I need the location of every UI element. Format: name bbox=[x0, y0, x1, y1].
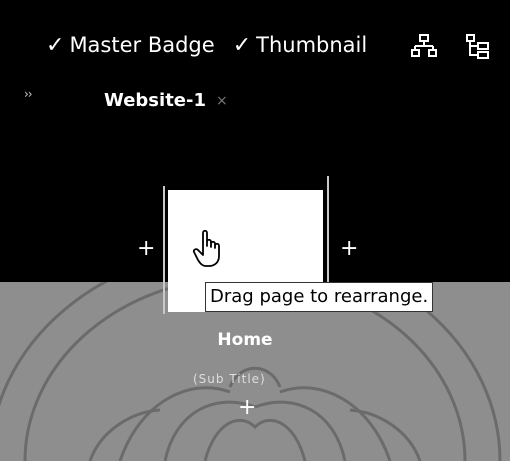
site-map-canvas: ✓ Master Badge ✓ Thumbnail ›› Website-1 … bbox=[0, 0, 510, 461]
tree-view-icon[interactable] bbox=[464, 32, 492, 60]
page-title-home: Home bbox=[0, 330, 510, 350]
collapse-toggle[interactable]: ›› bbox=[24, 87, 33, 101]
checkmark-icon: ✓ bbox=[46, 32, 65, 58]
page-subtitle: (Sub Title) bbox=[193, 372, 266, 386]
master-badge-label: Master Badge bbox=[69, 33, 215, 57]
tab-website-1[interactable]: Website-1 × bbox=[104, 90, 228, 111]
thumbnail-toggle[interactable]: ✓ Thumbnail bbox=[233, 33, 368, 58]
master-badge-toggle[interactable]: ✓ Master Badge bbox=[46, 33, 215, 58]
add-page-right-button[interactable]: + bbox=[340, 236, 358, 261]
close-icon[interactable]: × bbox=[216, 93, 228, 109]
toolbar: ✓ Master Badge ✓ Thumbnail bbox=[46, 30, 385, 60]
tab-label: Website-1 bbox=[104, 90, 206, 111]
sitemap-icon[interactable] bbox=[410, 32, 438, 60]
checkmark-icon: ✓ bbox=[232, 32, 252, 58]
add-page-left-button[interactable]: + bbox=[137, 236, 155, 261]
thumbnail-label: Thumbnail bbox=[256, 33, 368, 57]
hand-cursor-icon bbox=[192, 229, 220, 267]
drag-tooltip: Drag page to rearrange. bbox=[205, 282, 434, 312]
page-label: Home bbox=[217, 330, 273, 350]
card-border-left bbox=[163, 186, 165, 314]
add-child-page-button[interactable]: + bbox=[238, 395, 256, 420]
card-border-right bbox=[327, 176, 329, 286]
